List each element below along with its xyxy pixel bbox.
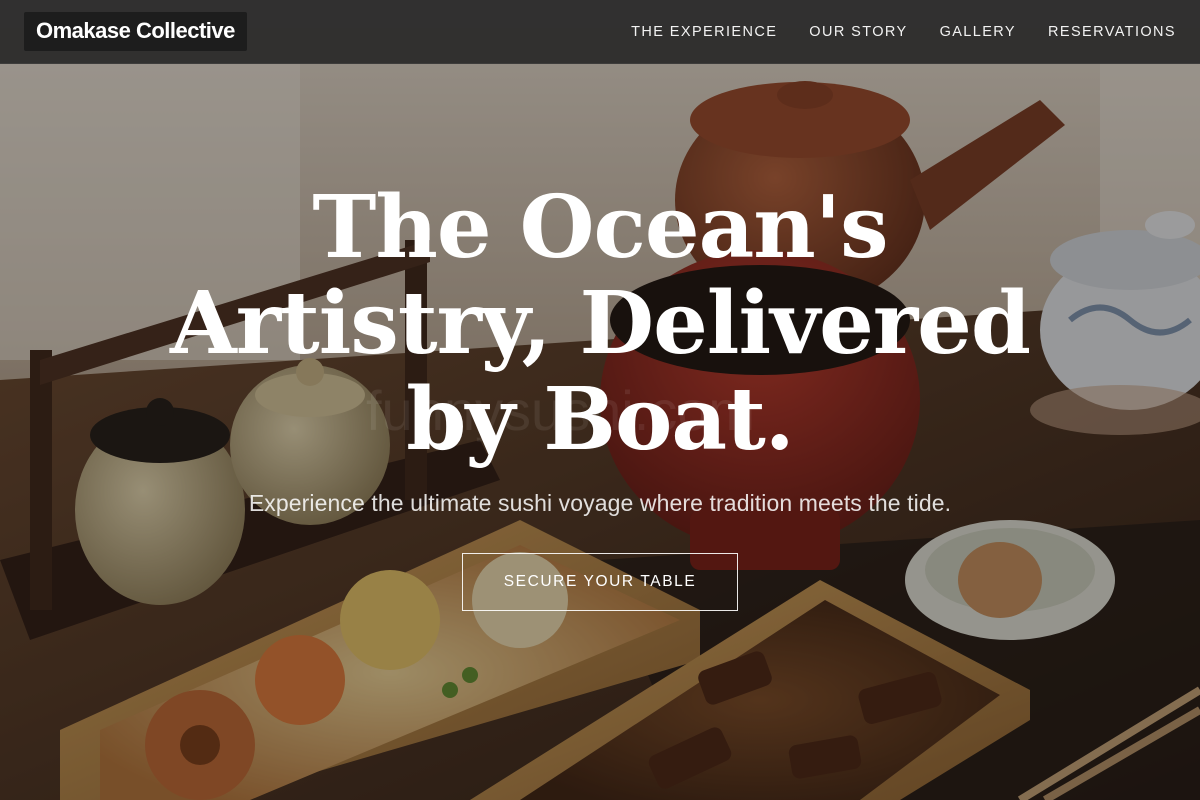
- nav-link-our-story[interactable]: OUR STORY: [809, 24, 907, 40]
- top-navigation-bar: Omakase Collective THE EXPERIENCE OUR ST…: [0, 0, 1200, 64]
- nav-link-gallery[interactable]: GALLERY: [940, 24, 1016, 40]
- brand-logo[interactable]: Omakase Collective: [24, 12, 247, 51]
- hero-title: The Ocean's Artistry, Delivered by Boat.: [170, 177, 1031, 470]
- hero-subtitle: Experience the ultimate sushi voyage whe…: [248, 490, 952, 516]
- nav-links: THE EXPERIENCE OUR STORY GALLERY RESERVA…: [631, 24, 1176, 40]
- nav-link-reservations[interactable]: RESERVATIONS: [1048, 24, 1176, 40]
- secure-your-table-button[interactable]: SECURE YOUR TABLE: [462, 553, 738, 611]
- nav-link-the-experience[interactable]: THE EXPERIENCE: [631, 24, 777, 40]
- hero-section: The Ocean's Artistry, Delivered by Boat.…: [0, 180, 1200, 611]
- landing-page: funnysushi.com Omakase Collective THE EX…: [0, 0, 1200, 800]
